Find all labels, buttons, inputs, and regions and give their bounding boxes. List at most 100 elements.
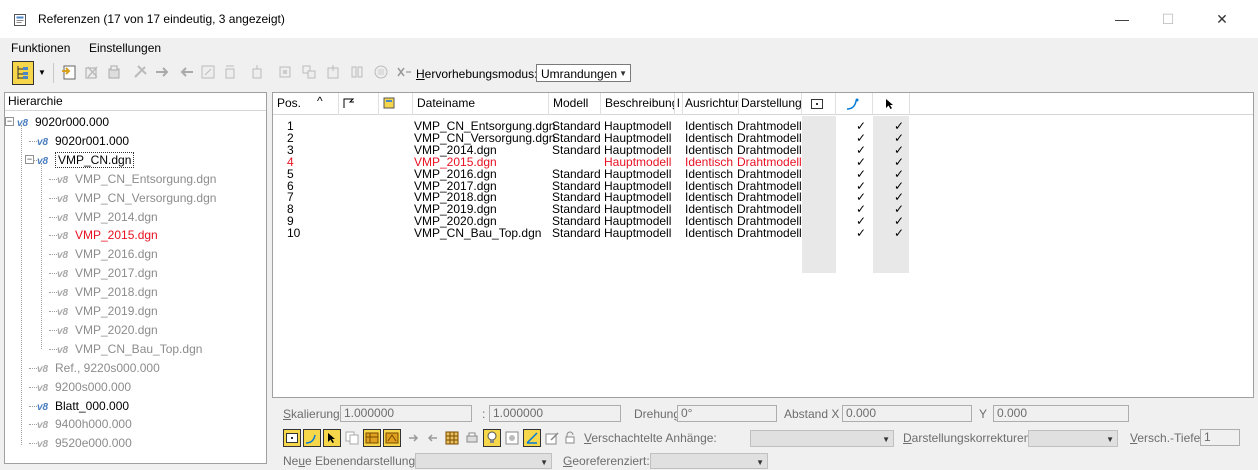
v8-file-icon: v8	[37, 420, 49, 430]
reload-reference-button[interactable]	[104, 62, 124, 82]
tree-node[interactable]: v8 VMP_2014.dgn	[57, 208, 158, 226]
tree-node[interactable]: v8 VMP_CN_Entsorgung.dgn	[57, 170, 216, 188]
table-row[interactable]: 10 VMP_CN_Bau_Top.dgn Standard Hauptmodell I…	[273, 227, 913, 240]
rotate-reference-button[interactable]	[220, 62, 240, 82]
minimize-button[interactable]: —	[1099, 0, 1145, 38]
exchange-reference-button[interactable]	[131, 62, 151, 82]
scale-reference-field[interactable]: 1.000000	[489, 405, 621, 422]
col-description-header[interactable]: Beschreibung	[601, 93, 675, 115]
menu-einstellungen[interactable]: Einstellungen	[89, 41, 161, 55]
tree-collapse-icon[interactable]: −	[5, 117, 14, 126]
hierarchy-toggle-button[interactable]	[12, 61, 34, 85]
close-button[interactable]: ✕	[1199, 0, 1245, 38]
tree-node[interactable]: v8 9020r001.000	[37, 132, 129, 150]
maximize-icon: ☐	[1161, 10, 1175, 27]
tree-node[interactable]: v8 Blatt_000.000	[37, 397, 129, 415]
mirror-vertical-button[interactable]	[275, 62, 295, 82]
link-out-button[interactable]	[423, 429, 441, 447]
title-bar: Referenzen (17 von 17 eindeutig, 3 angez…	[0, 0, 1258, 38]
tree-node-label: 9020r001.000	[55, 133, 130, 148]
display-overrides-select[interactable]: ▼	[1028, 430, 1118, 447]
col-display-header[interactable]: Darstellung	[739, 93, 802, 115]
tree-node[interactable]: v8 9400h000.000	[37, 415, 132, 433]
tree-node[interactable]: v8 VMP_2019.dgn	[57, 302, 158, 320]
grid-icon	[445, 431, 459, 445]
menu-funktionen[interactable]: Funktionen	[11, 41, 70, 55]
clip-delete-button[interactable]	[347, 62, 367, 82]
edit-button[interactable]	[543, 429, 561, 447]
copy-attachment-button[interactable]	[343, 429, 361, 447]
move-reference-button[interactable]	[153, 62, 173, 82]
tree-node[interactable]: v8 VMP_CN_Bau_Top.dgn	[57, 340, 202, 358]
col-orientation-header[interactable]: Ausrichtur	[683, 93, 739, 115]
print-button[interactable]	[463, 429, 481, 447]
row-orientation: Identisch	[685, 226, 734, 241]
col-snap-header[interactable]	[836, 93, 873, 115]
nesting-depth-field[interactable]: 1	[1200, 429, 1240, 446]
row-locate-check[interactable]: ✓	[894, 227, 904, 240]
row-snap-check[interactable]: ✓	[856, 227, 866, 240]
dropdown-arrow-icon: ▼	[756, 458, 764, 467]
lightbulb-icon	[487, 431, 497, 443]
snap-toggle-button[interactable]	[303, 429, 321, 447]
maximize-button[interactable]: ☐	[1145, 0, 1191, 38]
col-model-header[interactable]: Modell	[549, 93, 601, 115]
tree-node[interactable]: v8 VMP_CN.dgn	[37, 151, 135, 169]
display-toggle-button[interactable]	[283, 429, 301, 447]
svg-text:v8: v8	[37, 402, 49, 412]
scale-reference-button[interactable]	[198, 62, 218, 82]
tree-node[interactable]: v8 Ref., 9220s000.000	[37, 359, 160, 377]
copy-icon	[345, 431, 359, 445]
levels-toggle-button[interactable]	[363, 429, 381, 447]
v8-file-icon: v8	[37, 402, 49, 412]
offset-y-field[interactable]: 0.000	[993, 405, 1129, 422]
offset-x-field[interactable]: 0.000	[842, 405, 972, 422]
tree-node[interactable]: v8 VMP_2016.dgn	[57, 245, 158, 263]
col-filename-header[interactable]: Dateiname	[413, 93, 549, 115]
raster-toggle-button[interactable]	[383, 429, 401, 447]
highlight-mode-select[interactable]: Umrandungen ▼	[536, 64, 631, 82]
locate-toggle-button[interactable]	[323, 429, 341, 447]
close-icon: ✕	[1216, 10, 1228, 27]
tree-node[interactable]: v8 9020r000.000	[17, 113, 109, 131]
svg-text:v8: v8	[57, 250, 69, 260]
tree-node[interactable]: v8 VMP_2015.dgn	[57, 226, 158, 244]
col-pos-header[interactable]: Pos. ^	[273, 93, 339, 115]
col-flag-header[interactable]	[339, 93, 379, 115]
mirror-horizontal-button[interactable]	[247, 62, 267, 82]
tree-node[interactable]: v8 VMP_2017.dgn	[57, 264, 158, 282]
arrow-right-icon	[409, 434, 419, 442]
clip-boundary-button[interactable]	[299, 62, 319, 82]
tree-node[interactable]: v8 9200s000.000	[37, 378, 131, 396]
hilite-off-button[interactable]	[394, 62, 414, 82]
col-display-toggle-header[interactable]	[802, 93, 836, 115]
view-dropdown-button[interactable]: ▼	[36, 62, 48, 82]
rotation-field[interactable]: 0°	[677, 405, 777, 422]
scale-master-field[interactable]: 1.000000	[340, 405, 472, 422]
col-file-icon-header[interactable]	[379, 93, 413, 115]
attach-reference-button[interactable]	[59, 62, 79, 82]
tree-guide	[21, 125, 22, 445]
treat-as-element-toggle-button[interactable]	[523, 429, 541, 447]
link-in-button[interactable]	[405, 429, 423, 447]
lock-button[interactable]	[561, 429, 579, 447]
table-header: Pos. ^ Dateiname Modell Beschreibung l A…	[273, 93, 1253, 115]
references-window: Referenzen (17 von 17 eindeutig, 3 angez…	[0, 0, 1258, 470]
tree-node[interactable]: v8 VMP_2018.dgn	[57, 283, 158, 301]
col-level-header[interactable]: l	[675, 93, 683, 115]
clip-mask-button[interactable]	[323, 62, 343, 82]
new-level-display-select[interactable]: ▼	[415, 453, 552, 469]
lights-toggle-button[interactable]	[483, 429, 501, 447]
annotation-button[interactable]	[503, 429, 521, 447]
tree-node[interactable]: v8 VMP_CN_Versorgung.dgn	[57, 189, 216, 207]
reference-properties-button[interactable]	[371, 62, 391, 82]
georeferenced-select[interactable]: ▼	[650, 453, 768, 469]
tree-node[interactable]: v8 VMP_2020.dgn	[57, 321, 158, 339]
nested-attachments-select[interactable]: ▼	[750, 430, 894, 447]
tree-node[interactable]: v8 9520e000.000	[37, 434, 132, 452]
detach-reference-button[interactable]	[82, 62, 102, 82]
copy-reference-button[interactable]	[176, 62, 196, 82]
grid-button[interactable]	[443, 429, 461, 447]
tree-collapse-icon[interactable]: −	[25, 154, 34, 164]
col-locate-header[interactable]	[873, 93, 910, 115]
